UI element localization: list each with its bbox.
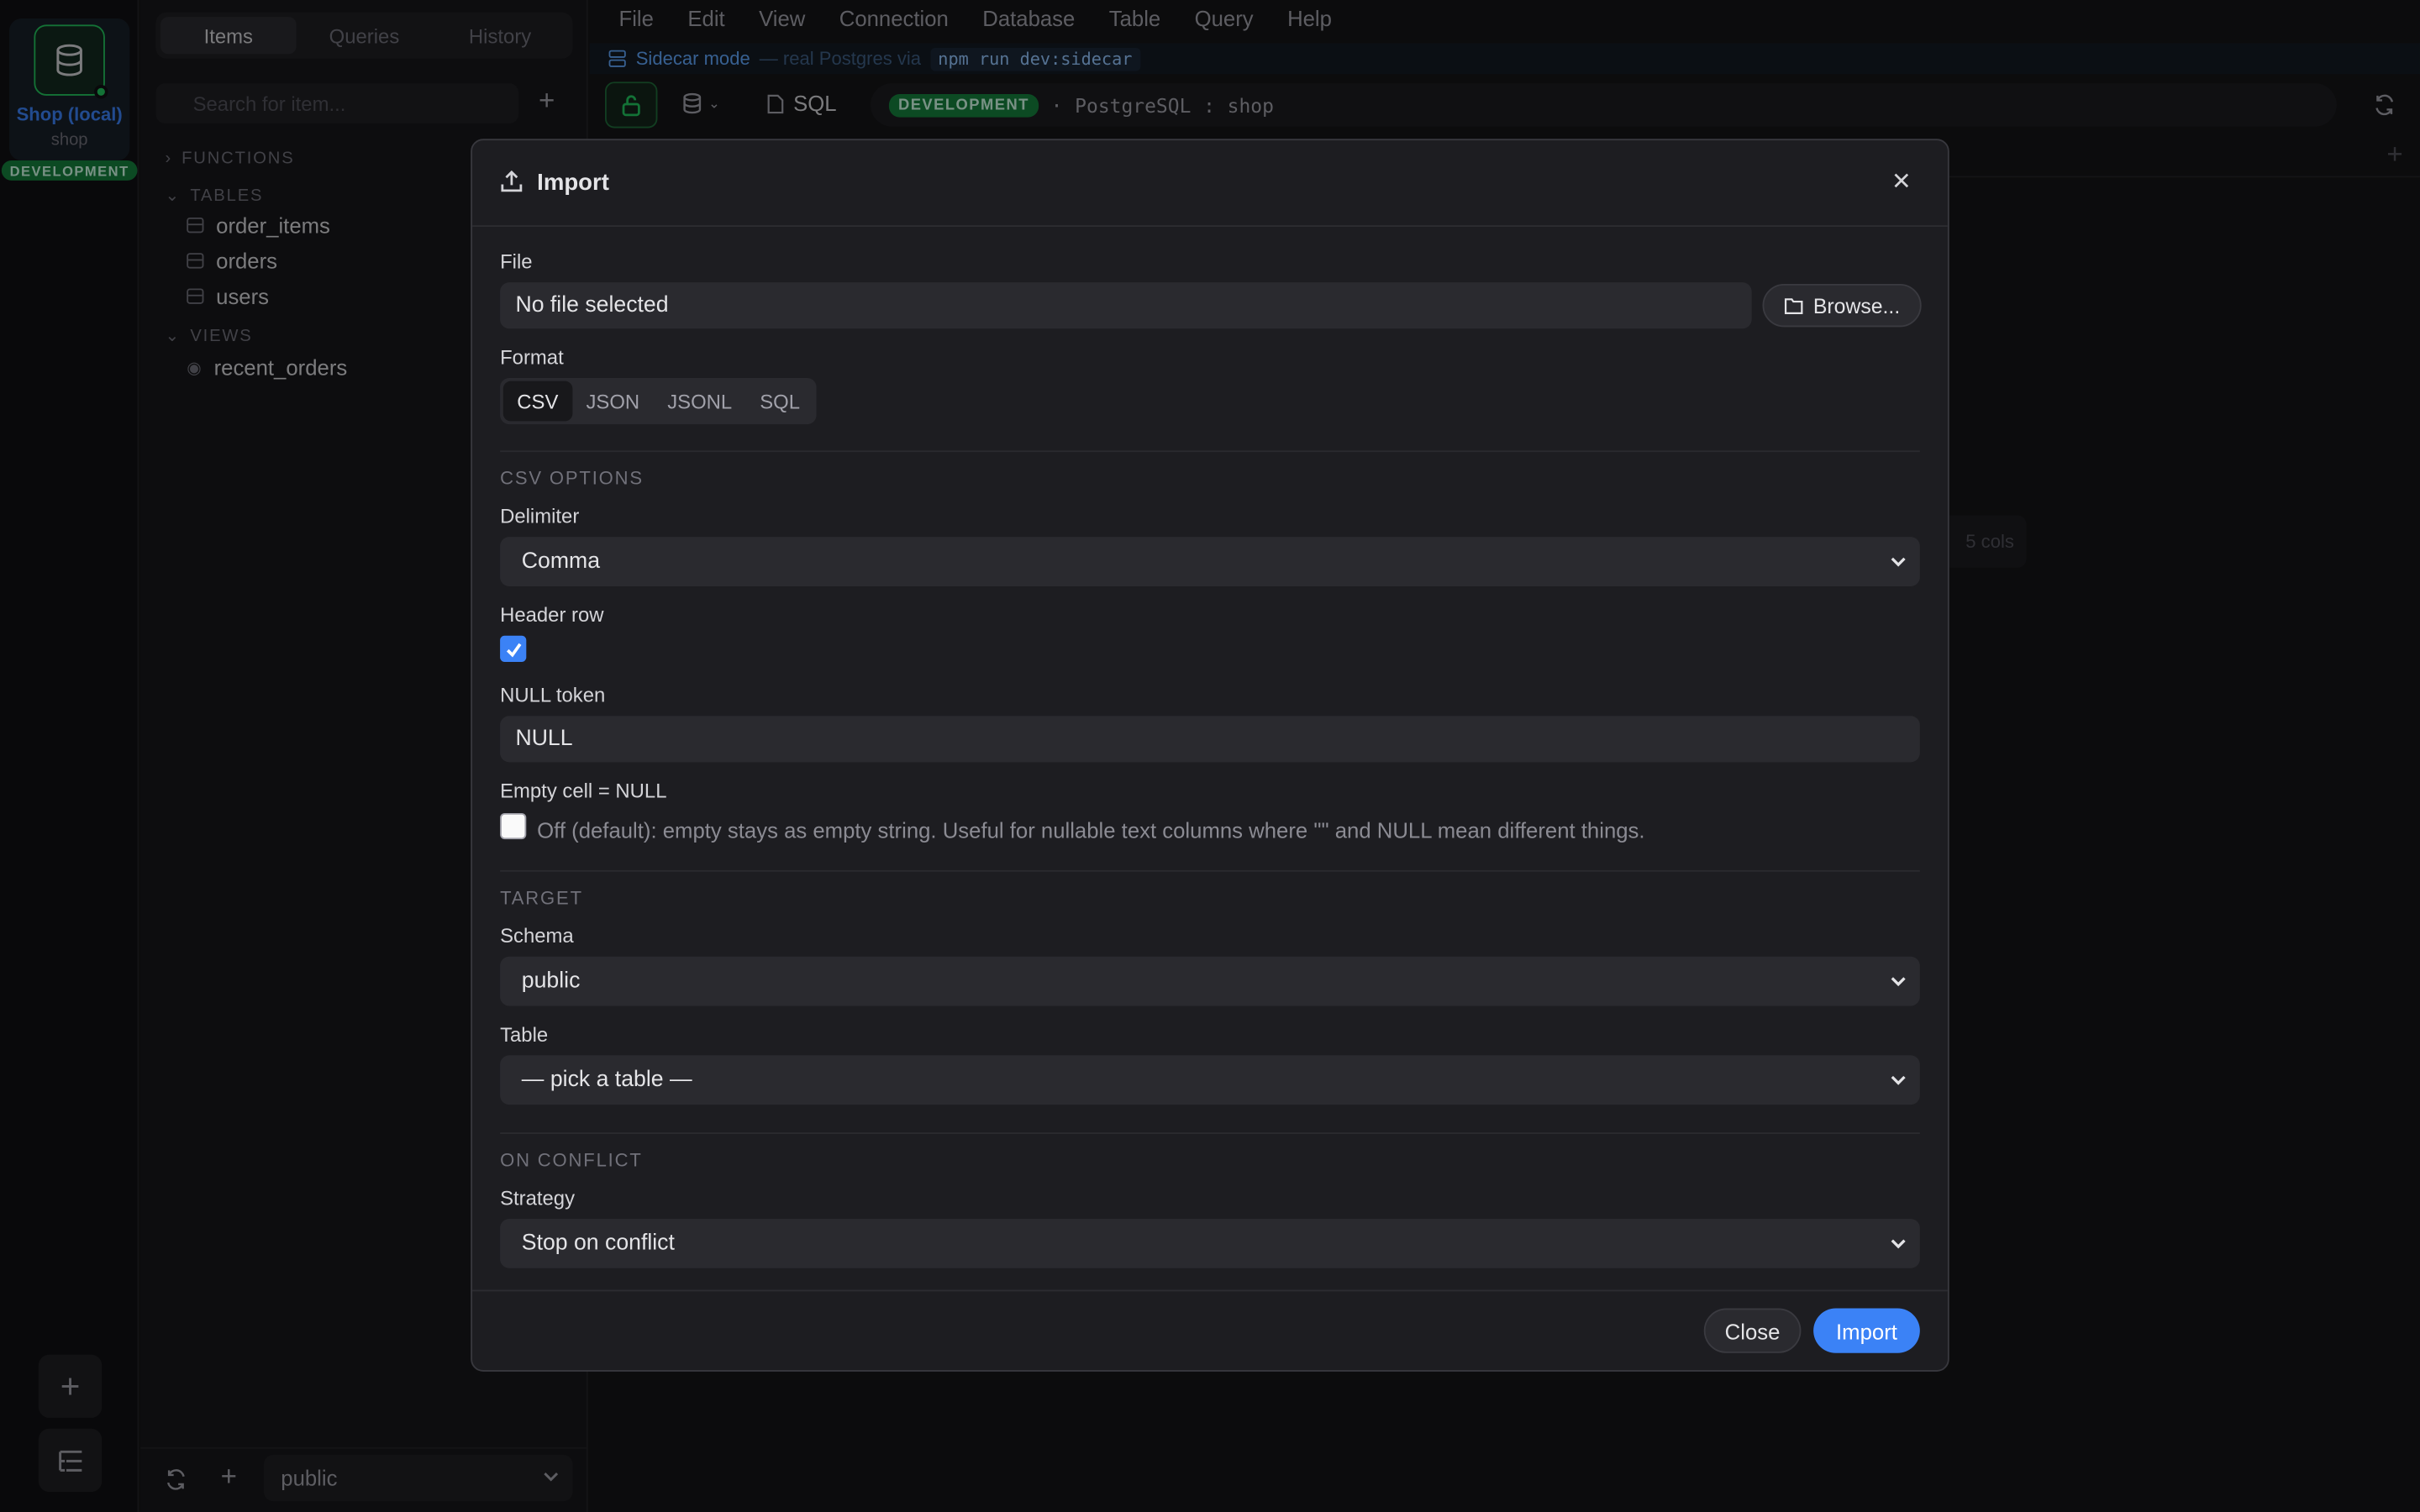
dialog-header: Import	[472, 140, 1948, 227]
chevron-down-icon	[1891, 1239, 1906, 1249]
upload-icon	[501, 170, 523, 192]
file-path-field[interactable]: No file selected	[500, 282, 1752, 329]
null-token-input[interactable]: NULL	[500, 716, 1920, 763]
header-row-label: Header row	[500, 603, 604, 627]
dialog-title: Import	[537, 170, 609, 197]
format-option-sql[interactable]: SQL	[746, 381, 814, 422]
format-label: Format	[500, 345, 564, 369]
target-schema-select[interactable]: public	[500, 956, 1920, 1006]
chevron-down-icon	[1891, 557, 1906, 567]
divider	[500, 450, 1920, 453]
table-label: Table	[500, 1022, 549, 1047]
import-dialog: Import File No file selected Browse... F…	[471, 139, 1949, 1372]
app-window: Shop (local) shop DEVELOPMENT + Items Qu…	[0, 0, 2420, 1512]
delimiter-select[interactable]: Comma	[500, 537, 1920, 586]
divider	[500, 1132, 1920, 1134]
divider	[500, 869, 1920, 872]
empty-cell-hint: Off (default): empty stays as empty stri…	[537, 817, 1645, 843]
close-icon[interactable]	[1892, 171, 1911, 190]
browse-button[interactable]: Browse...	[1762, 283, 1922, 328]
file-label: File	[500, 249, 533, 274]
import-button[interactable]: Import	[1813, 1308, 1920, 1353]
target-heading: TARGET	[500, 887, 583, 909]
on-conflict-heading: ON CONFLICT	[500, 1149, 643, 1172]
conflict-strategy-select[interactable]: Stop on conflict	[500, 1218, 1920, 1268]
format-selector: CSV JSON JSONL SQL	[500, 377, 818, 425]
csv-options-heading: CSV OPTIONS	[500, 467, 644, 490]
check-icon	[506, 642, 521, 657]
header-row-checkbox[interactable]	[500, 635, 527, 662]
close-button[interactable]: Close	[1703, 1308, 1802, 1353]
folder-open-icon	[1784, 297, 1803, 314]
schema-label: Schema	[500, 924, 574, 948]
chevron-down-icon	[1891, 1075, 1906, 1085]
target-table-select[interactable]: — pick a table —	[500, 1055, 1920, 1105]
empty-cell-checkbox[interactable]	[500, 812, 527, 840]
empty-cell-label: Empty cell = NULL	[500, 779, 667, 803]
delimiter-label: Delimiter	[500, 504, 580, 528]
strategy-label: Strategy	[500, 1186, 576, 1210]
format-option-csv[interactable]: CSV	[502, 381, 572, 422]
dialog-footer: Close Import	[472, 1289, 1948, 1370]
format-option-jsonl[interactable]: JSONL	[654, 381, 746, 422]
null-token-label: NULL token	[500, 683, 606, 707]
format-option-json[interactable]: JSON	[572, 381, 654, 422]
chevron-down-icon	[1891, 977, 1906, 987]
